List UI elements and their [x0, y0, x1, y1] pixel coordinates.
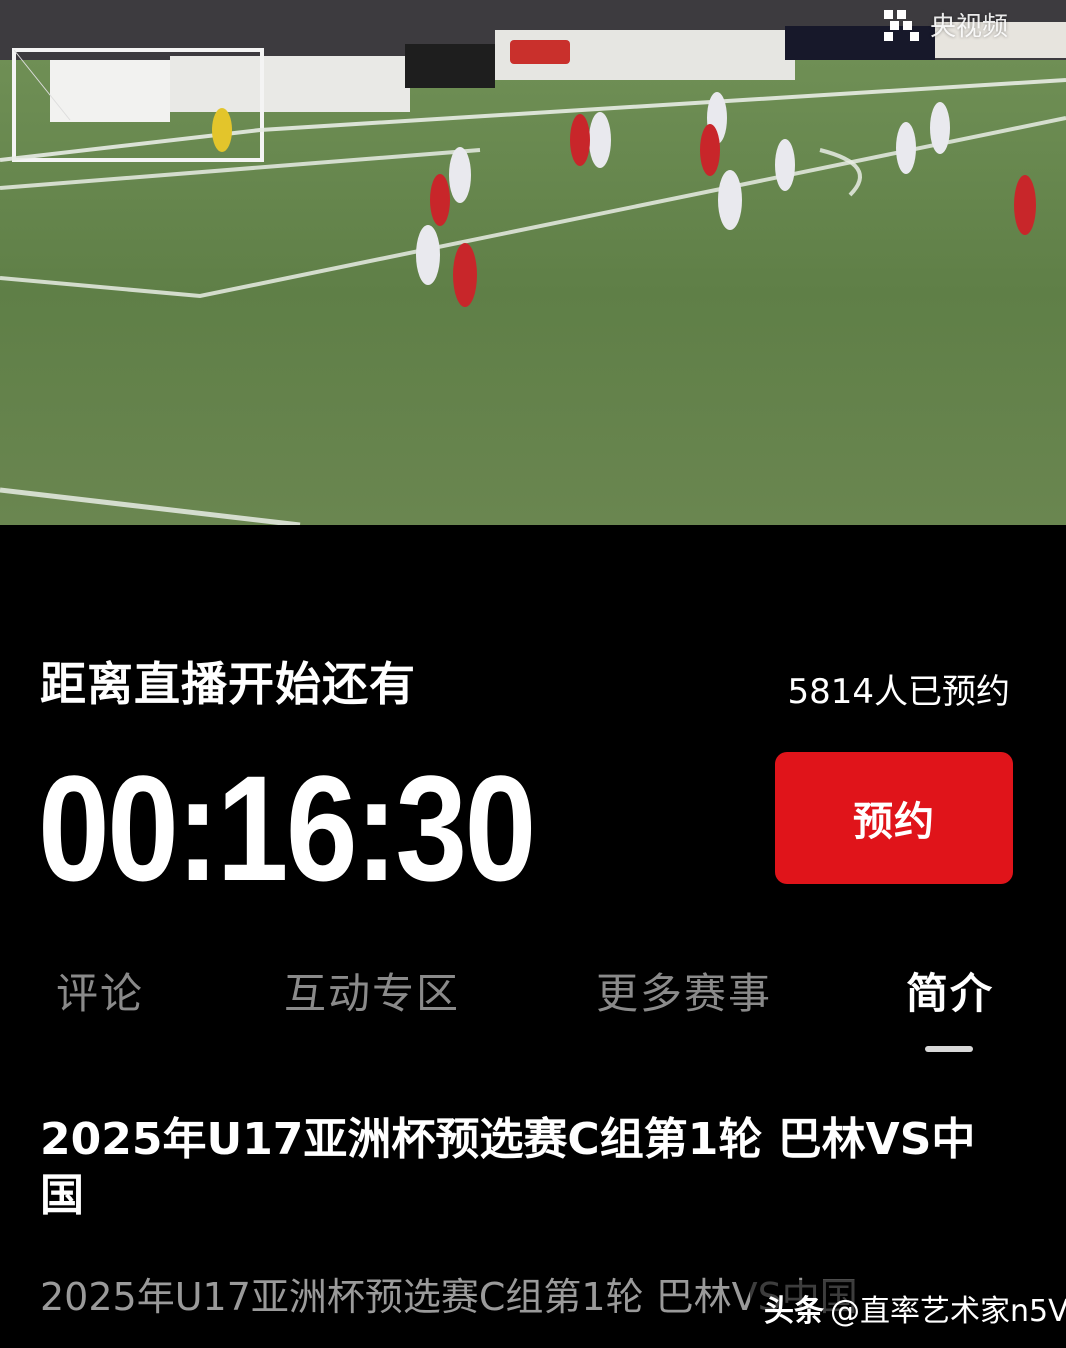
reserve-button[interactable]: 预约 [775, 752, 1013, 884]
tab-more-matches[interactable]: 更多赛事 [596, 960, 772, 1021]
watermark: 央视频 [882, 6, 1008, 43]
source-author: @直率艺术家n5V [830, 1294, 1066, 1329]
source-watermark: 头条 @直率艺术家n5V [750, 1280, 1066, 1336]
event-title: 2025年U17亚洲杯预选赛C组第1轮 巴林VS中国 [40, 1114, 976, 1221]
watermark-text: 央视频 [929, 12, 1008, 42]
cctv-video-logo-icon [883, 9, 919, 41]
tab-comments[interactable]: 评论 [56, 960, 144, 1021]
countdown-label: 距离直播开始还有 [40, 657, 416, 711]
active-tab-indicator [925, 1046, 973, 1052]
video-player[interactable]: 央视频 [0, 0, 1066, 525]
tab-interaction-zone[interactable]: 互动专区 [284, 960, 460, 1021]
event-subtitle: 2025年U17亚洲杯预选赛C组第1轮 巴林VS中国 [40, 1275, 858, 1319]
reserved-count: 5814人已预约 [787, 672, 1010, 712]
source-brand: 头条 [764, 1294, 824, 1329]
countdown-timer: 00:16:30 [38, 744, 536, 912]
match-footage-frame [0, 0, 1066, 525]
tab-introduction[interactable]: 简介 [906, 960, 994, 1021]
tab-bar: 评论 互动专区 更多赛事 简介 [0, 960, 1066, 1020]
